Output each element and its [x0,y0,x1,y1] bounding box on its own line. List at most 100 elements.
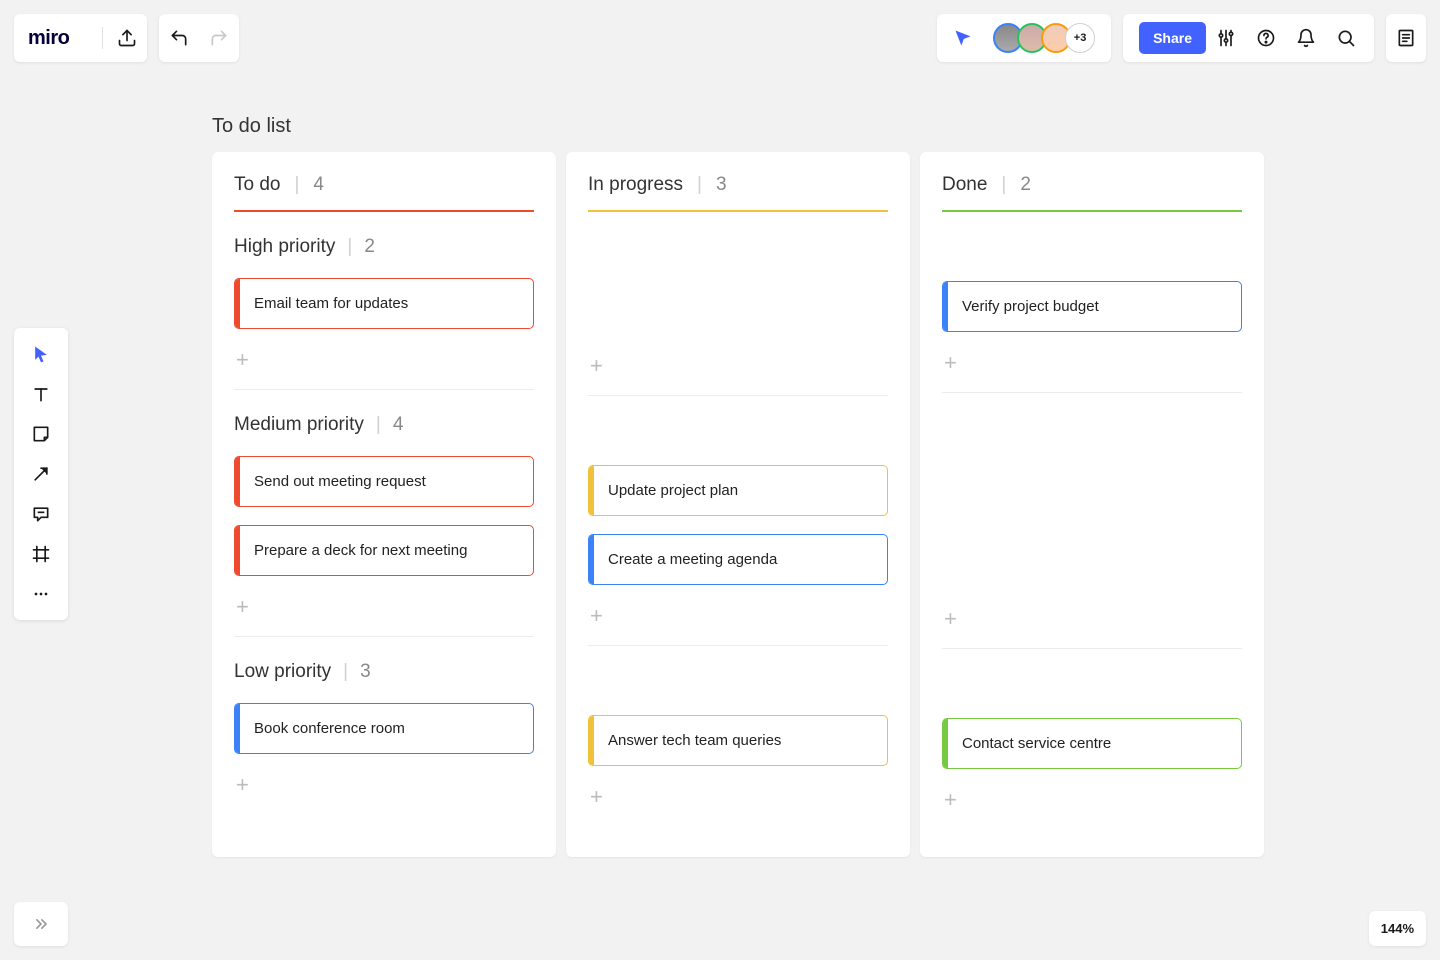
divider [234,636,534,637]
card-text: Contact service centre [948,719,1125,768]
avatar-more[interactable]: +3 [1065,23,1095,53]
section-header-medium[interactable]: Medium priority | 4 [234,414,534,436]
card-text: Send out meeting request [240,457,440,506]
divider: | [376,414,381,436]
add-card-button[interactable]: + [942,787,1242,829]
cursor-mode-button[interactable] [943,28,983,48]
column-label: In progress [588,174,683,196]
miro-logo[interactable]: miro [14,14,98,62]
undo-icon [169,28,189,48]
section-label: Low priority [234,661,331,683]
comment-tool[interactable] [21,494,61,534]
section-count: 4 [393,414,404,436]
column-underline [942,210,1242,212]
export-button[interactable] [107,14,147,62]
add-card-button[interactable]: + [942,606,1242,648]
column-header[interactable]: To do | 4 [234,174,534,196]
sticky-tool[interactable] [21,414,61,454]
help-icon [1256,28,1276,48]
section-header-low[interactable]: Low priority | 3 [234,661,534,683]
add-card-button[interactable]: + [234,594,534,636]
column-underline [234,210,534,212]
add-card-button[interactable]: + [588,784,888,826]
search-icon [1336,28,1356,48]
card[interactable]: Contact service centre [942,718,1242,769]
section-header-high[interactable]: High priority | 2 [234,236,534,258]
left-toolbar [14,328,68,620]
arrow-tool[interactable] [21,454,61,494]
add-card-button[interactable]: + [234,347,534,389]
cursor-icon [31,344,51,364]
divider [234,389,534,390]
section-label: High priority [234,236,335,258]
divider: | [697,174,702,196]
redo-icon [209,28,229,48]
card[interactable]: Update project plan [588,465,888,516]
add-card-button[interactable]: + [234,772,534,814]
column-count: 2 [1020,174,1031,196]
divider [588,395,888,396]
add-card-button[interactable]: + [942,350,1242,392]
avatar-more-label: +3 [1074,32,1087,44]
frame-tool[interactable] [21,534,61,574]
expand-panel-button[interactable] [14,902,68,946]
cursor-icon [952,28,974,48]
column-count: 3 [716,174,727,196]
chevrons-right-icon [31,914,51,934]
settings-button[interactable] [1206,14,1246,62]
card[interactable]: Send out meeting request [234,456,534,507]
notes-button[interactable] [1386,14,1426,62]
card[interactable]: Email team for updates [234,278,534,329]
bell-icon [1296,28,1316,48]
search-button[interactable] [1326,14,1366,62]
frame-icon [31,544,51,564]
card[interactable]: Prepare a deck for next meeting [234,525,534,576]
share-button[interactable]: Share [1139,22,1206,54]
text-icon [31,384,51,404]
card[interactable]: Answer tech team queries [588,715,888,766]
sticky-note-icon [31,424,51,444]
card-text: Email team for updates [240,279,422,328]
section-label: Medium priority [234,414,364,436]
card[interactable]: Create a meeting agenda [588,534,888,585]
more-tools[interactable] [21,574,61,614]
notifications-button[interactable] [1286,14,1326,62]
column-count: 4 [313,174,324,196]
column-header[interactable]: In progress | 3 [588,174,888,196]
comment-icon [31,504,51,524]
section-count: 3 [360,661,371,683]
divider: | [347,236,352,258]
card[interactable]: Verify project budget [942,281,1242,332]
collaborator-avatars[interactable]: +3 [983,23,1105,53]
select-tool[interactable] [21,334,61,374]
zoom-level[interactable]: 144% [1369,911,1426,946]
help-button[interactable] [1246,14,1286,62]
add-card-button[interactable]: + [588,603,888,645]
column-label: To do [234,174,280,196]
column-todo: To do | 4 High priority | 2 Email team f… [212,152,556,857]
board-title-text: To do list [212,115,291,137]
column-label: Done [942,174,987,196]
card-text: Verify project budget [948,282,1113,331]
upload-icon [117,28,137,48]
section-count: 2 [364,236,375,258]
card-text: Update project plan [594,466,752,515]
board-title[interactable]: To do list [212,115,291,138]
divider [588,645,888,646]
undo-button[interactable] [159,14,199,62]
column-header[interactable]: Done | 2 [942,174,1242,196]
svg-text:miro: miro [28,27,70,49]
arrow-icon [31,464,51,484]
divider [102,27,103,49]
divider [942,648,1242,649]
add-card-button[interactable]: + [588,353,888,395]
column-underline [588,210,888,212]
text-tool[interactable] [21,374,61,414]
card[interactable]: Book conference room [234,703,534,754]
divider: | [343,661,348,683]
card-text: Answer tech team queries [594,716,795,765]
divider [942,392,1242,393]
divider: | [1001,174,1006,196]
column-done: Done | 2 Verify project budget + + Conta… [920,152,1264,857]
redo-button[interactable] [199,14,239,62]
